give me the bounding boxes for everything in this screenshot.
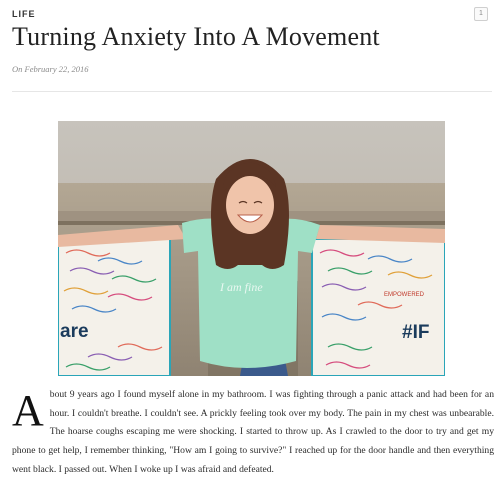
featured-photo: are EMPOWERED #IF I am fine	[58, 121, 445, 376]
post-title: Turning Anxiety Into A Movement	[12, 22, 380, 51]
left-poster: are	[58, 238, 171, 376]
right-poster-tag: EMPOWERED	[384, 292, 425, 298]
post-category[interactable]: LIFE	[12, 9, 36, 19]
left-poster-text: are	[60, 321, 89, 342]
face	[226, 176, 274, 234]
shirt-text: I am fine	[219, 280, 263, 294]
right-poster: EMPOWERED #IF	[311, 238, 445, 376]
article-body: About 9 years ago I found myself alone i…	[12, 386, 494, 480]
header-divider	[12, 91, 492, 92]
post-date: On February 22, 2016	[12, 64, 89, 74]
right-poster-text: #IF	[402, 322, 429, 343]
comment-count-badge[interactable]: 1	[474, 7, 488, 21]
drop-cap: A	[12, 386, 44, 435]
article-text: bout 9 years ago I found myself alone in…	[12, 389, 494, 475]
featured-photo-illustration: are EMPOWERED #IF I am fine	[58, 121, 445, 376]
